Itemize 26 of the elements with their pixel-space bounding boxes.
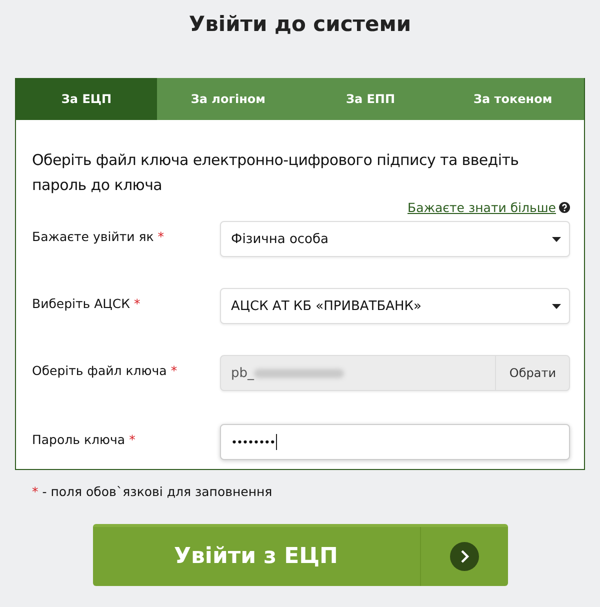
required-mark: * [134,296,140,311]
instruction-text: Оберіть файл ключа електронно-цифрового підпису та введіть пароль до ключа [32,150,520,196]
file-field[interactable]: pb_ Обрати [220,355,570,391]
caret-icon [552,304,561,308]
dropdown[interactable]: АЦСК АТ КБ «ПРИВАТБАНК» [220,288,570,324]
required-mark: * [129,432,136,447]
help-link[interactable]: Бажаєте знати більше [408,200,570,215]
tab[interactable]: За токеном [442,78,584,120]
required-mark: * [170,363,178,378]
tab[interactable]: За ЕЦП [16,78,157,120]
help-icon [559,202,570,213]
arrow-circle-icon [450,542,478,571]
caret-icon [552,236,561,242]
tab[interactable]: За ЕПП [299,78,442,120]
required-mark: * [158,229,164,244]
footnote-text: - поля обов`язкові для заповнення [42,484,272,499]
dropdown[interactable]: Фізична особа [220,221,570,257]
field-label: Пароль ключа [32,432,126,447]
browse-button[interactable]: Обрати [495,356,569,390]
tab[interactable]: За логіном [157,78,300,120]
required-mark: * [32,484,38,499]
field-label: Бажаєте увійти як [32,229,154,244]
field-label: Оберіть файл ключа [32,363,167,378]
page-title: Увійти до системи [188,12,412,38]
field-label: Виберіть АЦСК [32,296,130,311]
password-field[interactable]: •••••••• [220,424,570,460]
